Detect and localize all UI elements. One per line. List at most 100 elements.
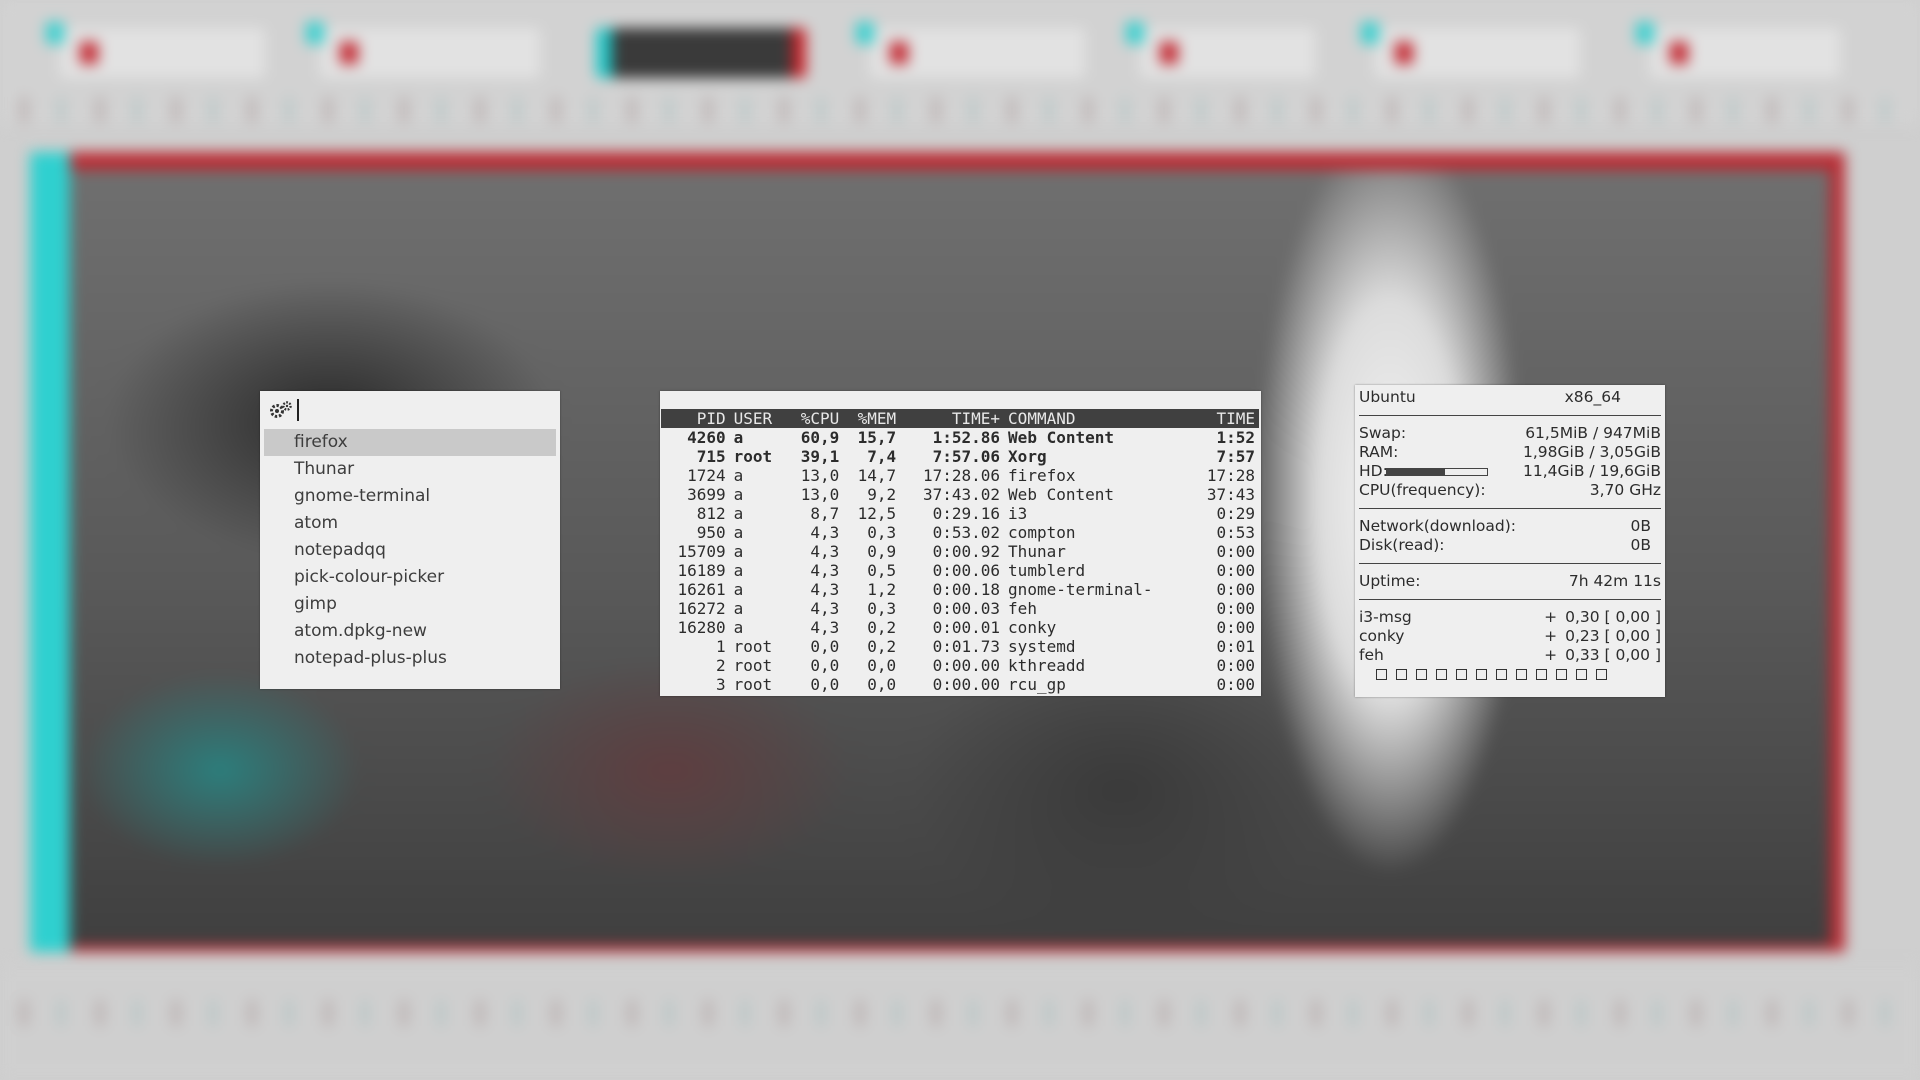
launcher-item[interactable]: notepadqq: [264, 537, 556, 564]
process-cell: 0:29.16: [932, 504, 1001, 523]
process-row: 1 root 0,0 0,2 0:01.73 systemd 0:01: [661, 637, 1259, 656]
process-cell: 0:29: [1216, 504, 1255, 523]
process-cell: 12,5: [857, 504, 897, 523]
launcher-item[interactable]: gimp: [264, 591, 556, 618]
column-header: %MEM: [843, 409, 901, 428]
process-cell: 3: [715, 675, 726, 694]
process-row: 16189 a 4,3 0,5 0:00.06 tumblerd 0:00: [661, 561, 1259, 580]
workspace-tab[interactable]: [46, 22, 265, 78]
process-row: 16261 a 4,3 1,2 0:00.18 gnome-terminal- 0:00: [661, 580, 1259, 599]
uptime-value: 7h 42m 11s: [1568, 572, 1661, 590]
process-cell: systemd: [1008, 637, 1076, 656]
process-cell: 0:00: [1216, 618, 1255, 637]
launcher-item[interactable]: atom.dpkg-new: [264, 618, 556, 645]
process-cell: Xorg: [1008, 447, 1047, 466]
hd-value: 11,4GiB / 19,6GiB: [1522, 462, 1661, 480]
process-cell: 0:00: [1216, 580, 1255, 599]
process-cell: 0:53.02: [932, 523, 1001, 542]
process-table-body: 4260 a 60,9 15,7 1:52.86 Web Content 1:52 715 ro…: [661, 428, 1259, 694]
process-cell: 0:00: [1216, 561, 1255, 580]
workspace-tab[interactable]: [1636, 22, 1840, 78]
top-bar: [0, 0, 1920, 125]
process-cell: 1: [715, 637, 726, 656]
process-cell: a: [733, 542, 744, 561]
top-process-sign: +: [1544, 646, 1558, 664]
process-cell: 8,7: [810, 504, 840, 523]
workspace-tab[interactable]: [306, 22, 540, 78]
process-cell: tumblerd: [1008, 561, 1086, 580]
ram-value: 1,98GiB / 3,05GiB: [1522, 443, 1661, 461]
process-cell: conky: [1008, 618, 1057, 637]
process-row: 4260 a 60,9 15,7 1:52.86 Web Content 1:52: [661, 428, 1259, 447]
process-row: 16272 a 4,3 0,3 0:00.03 feh 0:00: [661, 599, 1259, 618]
launcher-item[interactable]: firefox: [264, 429, 556, 456]
process-cell: 0,0: [867, 675, 897, 694]
top-process-row: i3-msg +0,30 [ 0,00 ]: [1359, 608, 1661, 627]
workspace-box: [1416, 669, 1427, 680]
process-cell: 7:57: [1216, 447, 1255, 466]
column-header: TIME: [1190, 409, 1259, 428]
process-cell: rcu_gp: [1008, 675, 1066, 694]
process-cell: 39,1: [800, 447, 840, 466]
top-process-value: 0,30 [ 0,00 ]: [1565, 608, 1661, 626]
network-value: 0B: [1630, 517, 1652, 535]
process-cell: 0,5: [867, 561, 897, 580]
workspace-tab-active[interactable]: [612, 28, 792, 78]
process-cell: root: [733, 675, 773, 694]
process-cell: 0:01.73: [932, 637, 1001, 656]
workspace-tab[interactable]: [856, 22, 1085, 78]
process-cell: 0:00.00: [932, 675, 1001, 694]
process-cell: 0:00: [1216, 542, 1255, 561]
launcher-item[interactable]: notepad-plus-plus: [264, 645, 556, 672]
process-cell: 0:00: [1216, 656, 1255, 675]
column-header: PID: [661, 409, 730, 428]
workspace-box: [1596, 669, 1607, 680]
process-cell: 0,0: [867, 656, 897, 675]
process-cell: 60,9: [800, 428, 840, 447]
process-cell: a: [733, 466, 744, 485]
bottom-bar: [0, 965, 1920, 1080]
process-cell: i3: [1008, 504, 1028, 523]
process-cell: Web Content: [1008, 428, 1115, 447]
launcher-results: firefox Thunar gnome-terminal atom notepadqq…: [260, 429, 560, 672]
disk-label: Disk(read):: [1359, 536, 1445, 554]
process-cell: a: [733, 561, 744, 580]
workspace-box: [1536, 669, 1547, 680]
process-cell: 0:00.03: [932, 599, 1001, 618]
top-process-name: conky: [1359, 627, 1405, 645]
process-cell: 17:28.06: [922, 466, 1001, 485]
app-launcher[interactable]: firefox Thunar gnome-terminal atom notepadqq…: [260, 391, 560, 689]
top-process-name: feh: [1359, 646, 1384, 664]
process-row: 715 root 39,1 7,4 7:57.06 Xorg 7:57: [661, 447, 1259, 466]
process-table-header: PID USER %CPU %MEM TIME+ COMMAND TIME: [661, 409, 1259, 428]
process-monitor: PID USER %CPU %MEM TIME+ COMMAND TIME 4260 a 60,…: [660, 391, 1261, 696]
process-cell: 13,0: [800, 466, 840, 485]
process-cell: 0:01: [1216, 637, 1255, 656]
process-row: 16280 a 4,3 0,2 0:00.01 conky 0:00: [661, 618, 1259, 637]
process-cell: 0,2: [867, 637, 897, 656]
process-cell: a: [733, 599, 744, 618]
cpu-frequency: 3,70 GHz: [1589, 481, 1661, 499]
launcher-item[interactable]: Thunar: [264, 456, 556, 483]
process-row: 3 root 0,0 0,0 0:00.00 rcu_gp 0:00: [661, 675, 1259, 694]
workspace-box: [1456, 669, 1467, 680]
workspace-box: [1476, 669, 1487, 680]
process-cell: 0:00.18: [932, 580, 1001, 599]
launcher-item[interactable]: gnome-terminal: [264, 483, 556, 510]
swap-label: Swap:: [1359, 424, 1407, 442]
process-cell: compton: [1008, 523, 1076, 542]
process-cell: root: [733, 656, 773, 675]
launcher-input[interactable]: [260, 391, 560, 429]
top-process-row: conky +0,23 [ 0,00 ]: [1359, 627, 1661, 646]
top-cpu-processes: i3-msg +0,30 [ 0,00 ] conky +0,23 [ 0,00 ] f…: [1359, 608, 1661, 665]
process-cell: 1724: [687, 466, 726, 485]
process-cell: feh: [1008, 599, 1037, 618]
process-cell: 0,0: [810, 675, 840, 694]
launcher-item[interactable]: pick-colour-picker: [264, 564, 556, 591]
launcher-item[interactable]: atom: [264, 510, 556, 537]
column-header: COMMAND: [1004, 409, 1191, 428]
process-cell: 0,0: [810, 656, 840, 675]
workspace-tab[interactable]: [1361, 22, 1580, 78]
process-row: 1724 a 13,0 14,7 17:28.06 firefox 17:28: [661, 466, 1259, 485]
workspace-tab[interactable]: [1126, 22, 1315, 78]
